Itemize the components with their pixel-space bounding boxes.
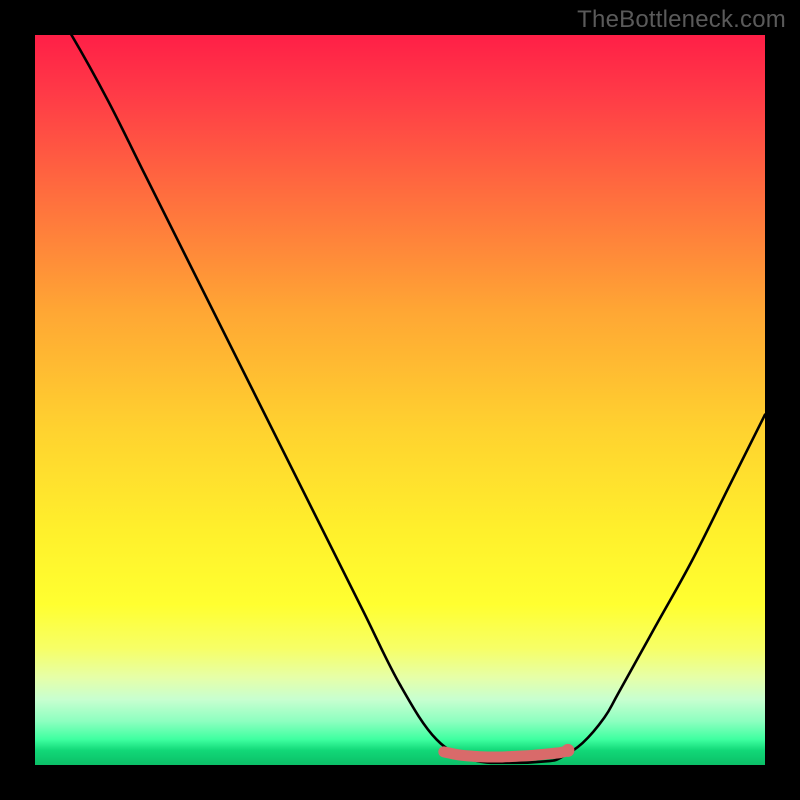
bottleneck-curve-line: [35, 35, 765, 763]
watermark-text: TheBottleneck.com: [577, 6, 786, 34]
plot-area: [35, 35, 765, 765]
chart-frame: TheBottleneck.com: [0, 0, 800, 800]
flat-band-line: [444, 750, 568, 757]
chart-svg: [35, 35, 765, 765]
flat-band-end-dot: [561, 744, 574, 757]
